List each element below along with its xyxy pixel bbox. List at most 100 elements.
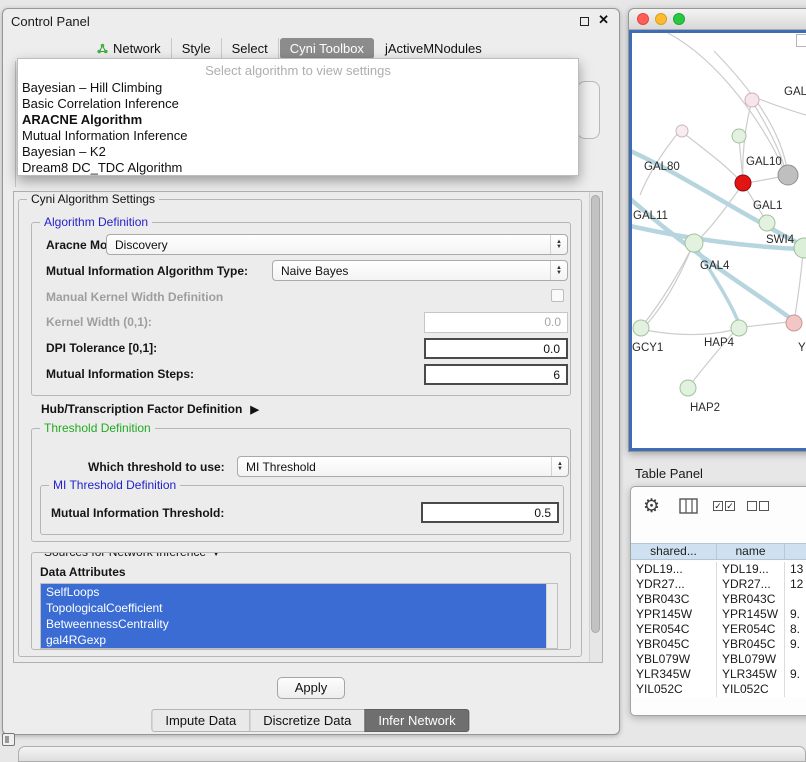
algorithm-option[interactable]: Dream8 DC_TDC Algorithm bbox=[18, 160, 578, 176]
network-node[interactable] bbox=[731, 320, 747, 336]
algorithm-option[interactable]: Mutual Information Inference bbox=[18, 128, 578, 144]
combo-stepper-icon: ▲▼ bbox=[550, 235, 567, 254]
data-attributes-label: Data Attributes bbox=[40, 565, 126, 579]
tab-jactivemnodules[interactable]: jActiveMNodules bbox=[375, 38, 492, 59]
bottom-tab-bar: Impute Data Discretize Data Infer Networ… bbox=[152, 709, 469, 732]
table-row[interactable]: YLR345W YLR345W 9. bbox=[631, 667, 806, 682]
close-traffic-light-icon[interactable] bbox=[637, 13, 649, 25]
group-title: MI Threshold Definition bbox=[49, 478, 180, 492]
aracne-mode-combo[interactable]: Discovery ▲▼ bbox=[106, 234, 568, 255]
network-canvas[interactable]: GAL8 GAL80 GAL10 GAL1 GAL11 SWI4 GAL4 GC… bbox=[629, 30, 806, 451]
mi-algorithm-type-combo[interactable]: Naive Bayes ▲▼ bbox=[272, 260, 568, 281]
sources-expander[interactable]: Sources for Network Inference▼ bbox=[40, 552, 225, 559]
list-item[interactable]: BetweennessCentrality bbox=[41, 616, 547, 632]
network-node[interactable] bbox=[786, 315, 802, 331]
network-node[interactable] bbox=[676, 125, 688, 137]
column-header[interactable]: shared... bbox=[631, 544, 717, 559]
expander-arrow-icon: ▼ bbox=[211, 552, 221, 559]
data-attributes-list: SelfLoops TopologicalCoefficient Between… bbox=[40, 583, 558, 649]
manual-kernel-width-label: Manual Kernel Width Definition bbox=[46, 290, 223, 304]
node-label: GAL8 bbox=[784, 86, 806, 98]
node-label: GAL80 bbox=[644, 161, 680, 173]
gear-icon[interactable]: ⚙ bbox=[643, 495, 660, 518]
algorithm-option[interactable]: Basic Correlation Inference bbox=[18, 96, 578, 112]
combo-stepper-icon: ▲▼ bbox=[550, 261, 567, 280]
column-header[interactable]: name bbox=[717, 544, 785, 559]
settings-scrollbar[interactable] bbox=[589, 192, 602, 662]
algorithm-option[interactable]: Bayesian – Hill Climbing bbox=[18, 80, 578, 96]
checked-columns-icon[interactable]: ✓✓ bbox=[713, 501, 735, 511]
table-row[interactable]: YPR145W YPR145W 9. bbox=[631, 607, 806, 622]
list-item[interactable]: SelfLoops bbox=[41, 584, 547, 600]
algorithm-option[interactable]: Bayesian – K2 bbox=[18, 144, 578, 160]
network-node[interactable] bbox=[778, 165, 798, 185]
close-icon[interactable]: ✕ bbox=[598, 12, 609, 28]
float-window-icon[interactable] bbox=[580, 17, 589, 26]
restore-panel-icon[interactable] bbox=[2, 733, 15, 746]
cyni-algorithm-settings-group: Cyni Algorithm Settings Algorithm Defini… bbox=[18, 199, 582, 657]
list-item[interactable]: gal4RGexp bbox=[41, 632, 547, 648]
table-row[interactable]: YBR045C YBR045C 9. bbox=[631, 637, 806, 652]
network-node[interactable] bbox=[680, 380, 696, 396]
top-tab-bar: Network Style Select Cyni Toolbox jActiv… bbox=[87, 38, 492, 59]
network-node[interactable] bbox=[633, 320, 649, 336]
network-node[interactable] bbox=[759, 215, 775, 231]
expander-arrow-icon: ▶ bbox=[250, 404, 258, 416]
tab-style[interactable]: Style bbox=[172, 38, 222, 59]
which-threshold-combo[interactable]: MI Threshold ▲▼ bbox=[237, 456, 569, 477]
mi-steps-label: Mutual Information Steps: bbox=[46, 367, 194, 381]
node-label: Y bbox=[798, 342, 806, 354]
algorithm-placeholder: Select algorithm to view settings bbox=[18, 62, 578, 80]
network-window-titlebar[interactable] bbox=[629, 9, 806, 30]
table-row[interactable]: YBL079W YBL079W bbox=[631, 652, 806, 667]
mi-threshold-definition-group: MI Threshold Definition Mutual Informati… bbox=[40, 485, 564, 535]
control-panel-window: Control Panel ✕ Network Style Select Cyn… bbox=[2, 8, 620, 735]
node-label: HAP2 bbox=[690, 402, 720, 414]
network-node[interactable] bbox=[745, 93, 759, 107]
mi-steps-field[interactable]: 6 bbox=[424, 364, 568, 385]
list-scrollbar[interactable] bbox=[546, 584, 557, 648]
scrollbar-thumb[interactable] bbox=[591, 195, 600, 633]
table-panel-title: Table Panel bbox=[635, 466, 703, 481]
table-row[interactable]: YER054C YER054C 8. bbox=[631, 622, 806, 637]
collapsed-bottom-panel[interactable] bbox=[18, 746, 806, 762]
node-label: GAL1 bbox=[753, 200, 782, 212]
column-header[interactable] bbox=[785, 544, 806, 559]
mi-algorithm-type-label: Mutual Information Algorithm Type: bbox=[46, 264, 248, 278]
unchecked-columns-icon[interactable] bbox=[747, 501, 769, 511]
tab-network[interactable]: Network bbox=[87, 38, 172, 59]
tab-cyni-toolbox[interactable]: Cyni Toolbox bbox=[280, 38, 374, 59]
table-row[interactable]: YBR043C YBR043C bbox=[631, 592, 806, 607]
node-label: GAL11 bbox=[633, 210, 668, 222]
dpi-tolerance-field[interactable]: 0.0 bbox=[424, 338, 568, 359]
tab-impute-data[interactable]: Impute Data bbox=[151, 709, 250, 732]
tab-infer-network[interactable]: Infer Network bbox=[364, 709, 469, 732]
node-label: GAL4 bbox=[700, 260, 730, 272]
apply-button[interactable]: Apply bbox=[277, 677, 345, 699]
hidden-group-border bbox=[15, 61, 16, 187]
mi-threshold-field[interactable]: 0.5 bbox=[421, 502, 559, 523]
minimize-traffic-light-icon[interactable] bbox=[655, 13, 667, 25]
kernel-width-field[interactable]: 0.0 bbox=[424, 312, 568, 333]
list-item[interactable]: TopologicalCoefficient bbox=[41, 600, 547, 616]
canvas-corner-control[interactable] bbox=[796, 34, 806, 47]
algorithm-option-selected[interactable]: ARACNE Algorithm bbox=[18, 112, 578, 128]
network-node[interactable] bbox=[685, 234, 703, 252]
network-node[interactable] bbox=[732, 129, 746, 143]
column-browser-icon[interactable] bbox=[679, 498, 698, 514]
hub-transcription-factor-expander[interactable]: Hub/Transcription Factor Definition▶ bbox=[41, 402, 259, 416]
table-row[interactable]: YDR27... YDR27... 12 bbox=[631, 577, 806, 592]
window-title: Control Panel bbox=[11, 14, 90, 29]
network-node-selected[interactable] bbox=[735, 175, 751, 191]
table-row[interactable]: YIL052C YIL052C bbox=[631, 682, 806, 697]
which-threshold-label: Which threshold to use: bbox=[88, 460, 225, 474]
list-item-partial[interactable] bbox=[41, 648, 547, 649]
tab-discretize-data[interactable]: Discretize Data bbox=[249, 709, 365, 732]
tab-select[interactable]: Select bbox=[222, 38, 279, 59]
network-graph: GAL8 GAL80 GAL10 GAL1 GAL11 SWI4 GAL4 GC… bbox=[632, 33, 806, 451]
table-row[interactable]: YDL19... YDL19... 13 bbox=[631, 562, 806, 577]
manual-kernel-width-checkbox[interactable] bbox=[551, 289, 564, 302]
algorithm-definition-group: Algorithm Definition Aracne Mode: Discov… bbox=[31, 222, 571, 396]
zoom-traffic-light-icon[interactable] bbox=[673, 13, 685, 25]
algorithm-dropdown-popup: Select algorithm to view settings Bayesi… bbox=[17, 58, 579, 176]
